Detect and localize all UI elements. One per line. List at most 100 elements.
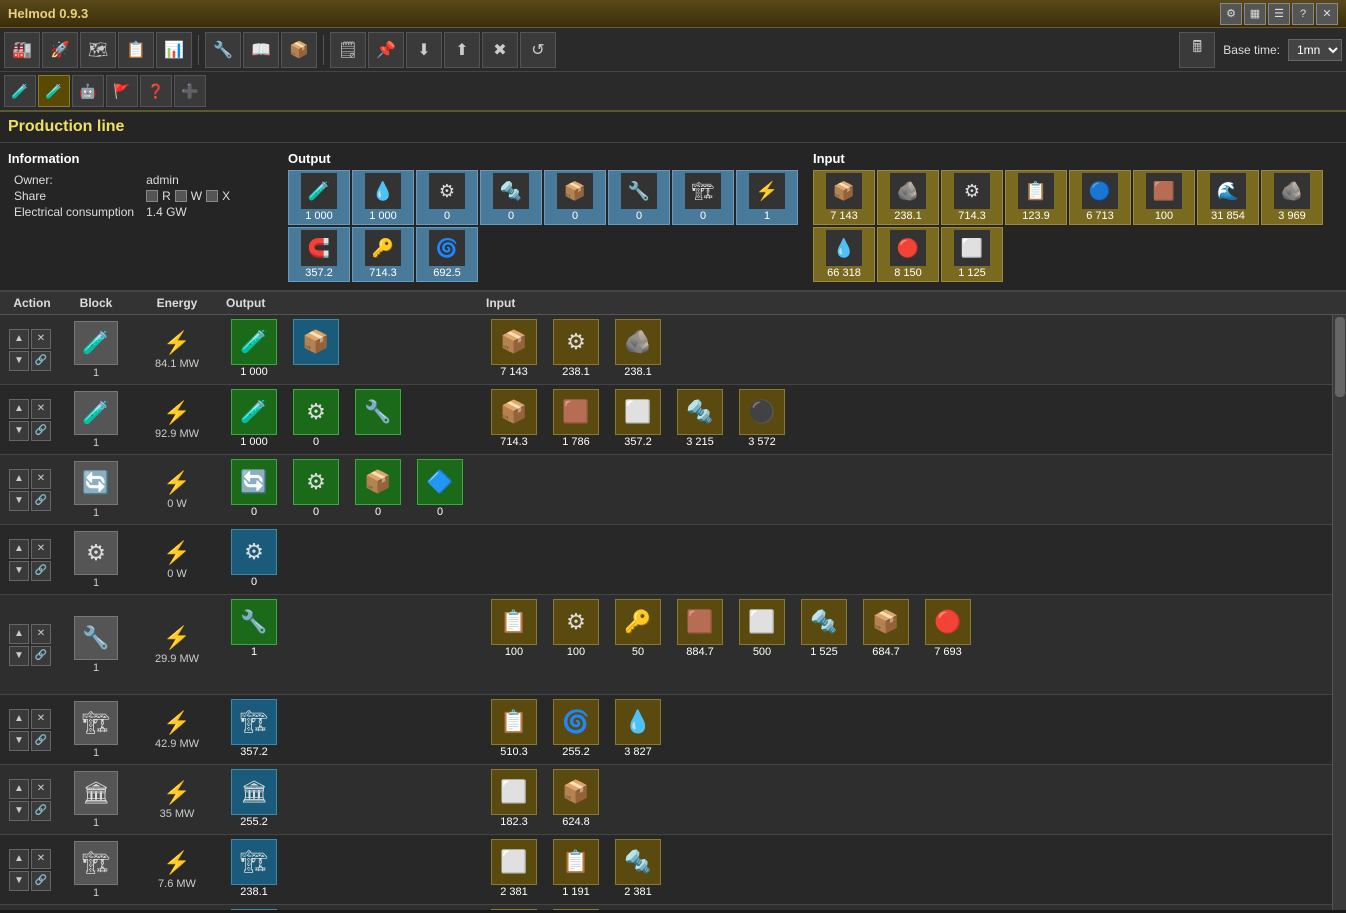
factory-button[interactable]: 🏭 bbox=[4, 32, 40, 68]
prod-in-item[interactable]: 📦 624.8 bbox=[546, 769, 606, 828]
settings-icon[interactable]: ⚙ bbox=[1220, 3, 1242, 25]
delete-button-4[interactable]: ✕ bbox=[31, 539, 51, 559]
prod-in-item[interactable]: 🔩 1 525 bbox=[794, 599, 854, 658]
out-item-4[interactable]: 📦 0 bbox=[544, 170, 606, 225]
delete-button-1[interactable]: ✕ bbox=[31, 329, 51, 349]
prod-in-item[interactable]: 🌿 bbox=[546, 909, 606, 910]
map-button[interactable]: 🗺 bbox=[80, 32, 116, 68]
up-button-5[interactable]: ▲ bbox=[9, 624, 29, 644]
prod-out-item[interactable]: 🔧 1 bbox=[224, 599, 284, 658]
flask2-button[interactable]: 🧪 bbox=[38, 75, 70, 107]
out-item-10[interactable]: 🌀 692.5 bbox=[416, 227, 478, 282]
link-button-3[interactable]: 🔗 bbox=[31, 491, 51, 511]
chart-button[interactable]: 📊 bbox=[156, 32, 192, 68]
prod-in-item[interactable]: ⚫ 3 572 bbox=[732, 389, 792, 448]
up-button-7[interactable]: ▲ bbox=[9, 779, 29, 799]
in-item-10[interactable]: ⬜ 1 125 bbox=[941, 227, 1003, 282]
out-item-5[interactable]: 🔧 0 bbox=[608, 170, 670, 225]
up-button-6[interactable]: ▲ bbox=[9, 709, 29, 729]
prod-in-item[interactable]: 🪨 238.1 bbox=[608, 319, 668, 378]
help2-button[interactable]: ❓ bbox=[140, 75, 172, 107]
in-item-8[interactable]: 💧 66 318 bbox=[813, 227, 875, 282]
in-item-4[interactable]: 🔵 6 713 bbox=[1069, 170, 1131, 225]
prod-in-item[interactable]: 🟫 884.7 bbox=[670, 599, 730, 658]
prod-in-item[interactable]: 📦 7 143 bbox=[484, 319, 544, 378]
prod-in-item[interactable]: ⬜ 182.3 bbox=[484, 769, 544, 828]
delete-button-6[interactable]: ✕ bbox=[31, 709, 51, 729]
robot-button[interactable]: 🤖 bbox=[72, 75, 104, 107]
in-item-2[interactable]: ⚙ 714.3 bbox=[941, 170, 1003, 225]
prod-out-item[interactable]: 🏗 357.2 bbox=[224, 699, 284, 758]
down-button-1[interactable]: ▼ bbox=[9, 351, 29, 371]
down-button-5[interactable]: ▼ bbox=[9, 646, 29, 666]
close-button[interactable]: ✖ bbox=[482, 32, 518, 68]
prod-in-item[interactable]: 🌀 255.2 bbox=[546, 699, 606, 758]
prod-out-item[interactable]: 🏛 255.2 bbox=[224, 769, 284, 828]
base-time-select[interactable]: 1mn 1hr bbox=[1288, 39, 1342, 61]
prod-out-item[interactable]: 🧪 1 000 bbox=[224, 389, 284, 448]
prod-out-item[interactable]: 🔄 0 bbox=[224, 459, 284, 518]
out-item-3[interactable]: 🔩 0 bbox=[480, 170, 542, 225]
delete-button-5[interactable]: ✕ bbox=[31, 624, 51, 644]
delete-button-3[interactable]: ✕ bbox=[31, 469, 51, 489]
in-item-7[interactable]: 🪨 3 969 bbox=[1261, 170, 1323, 225]
rocket-button[interactable]: 🚀 bbox=[42, 32, 78, 68]
prod-out-item[interactable]: 🏗 238.1 bbox=[224, 839, 284, 898]
prod-in-item[interactable]: 📋 510.3 bbox=[484, 699, 544, 758]
prod-in-item[interactable]: ⬜ 500 bbox=[732, 599, 792, 658]
up-button-4[interactable]: ▲ bbox=[9, 539, 29, 559]
prod-in-item[interactable]: ⚙ 238.1 bbox=[546, 319, 606, 378]
down-button-6[interactable]: ▼ bbox=[9, 731, 29, 751]
prod-in-item[interactable]: 🔩 2 381 bbox=[608, 839, 668, 898]
upload-button[interactable]: ⬆ bbox=[444, 32, 480, 68]
down-button-7[interactable]: ▼ bbox=[9, 801, 29, 821]
flask1-button[interactable]: 🧪 bbox=[4, 75, 36, 107]
link-button-8[interactable]: 🔗 bbox=[31, 871, 51, 891]
prod-out-item[interactable]: ⚙ 0 bbox=[224, 529, 284, 588]
calc-icon[interactable]: 🖩 bbox=[1179, 32, 1215, 68]
prod-in-item[interactable]: 📦 714.3 bbox=[484, 389, 544, 448]
prod-in-item[interactable]: ⬜ 2 381 bbox=[484, 839, 544, 898]
out-item-9[interactable]: 🔑 714.3 bbox=[352, 227, 414, 282]
in-item-3[interactable]: 📋 123.9 bbox=[1005, 170, 1067, 225]
prod-in-item[interactable]: 💧 3 827 bbox=[608, 699, 668, 758]
wrench-button[interactable]: 🔧 bbox=[205, 32, 241, 68]
share-x-checkbox[interactable] bbox=[206, 190, 218, 202]
in-item-6[interactable]: 🌊 31 854 bbox=[1197, 170, 1259, 225]
link-button-2[interactable]: 🔗 bbox=[31, 421, 51, 441]
prod-in-item[interactable]: 🟫 1 786 bbox=[546, 389, 606, 448]
filter-icon[interactable]: ▦ bbox=[1244, 3, 1266, 25]
up-button-2[interactable]: ▲ bbox=[9, 399, 29, 419]
prod-in-item[interactable]: 🔑 50 bbox=[608, 599, 668, 658]
clipboard-button[interactable]: 📌 bbox=[368, 32, 404, 68]
prod-out-item[interactable]: 📦 bbox=[286, 319, 346, 366]
in-item-1[interactable]: 🪨 238.1 bbox=[877, 170, 939, 225]
share-w-checkbox[interactable] bbox=[175, 190, 187, 202]
in-item-0[interactable]: 📦 7 143 bbox=[813, 170, 875, 225]
up-button-8[interactable]: ▲ bbox=[9, 849, 29, 869]
up-button-3[interactable]: ▲ bbox=[9, 469, 29, 489]
refresh-button[interactable]: ↺ bbox=[520, 32, 556, 68]
prod-in-item[interactable]: ⚙ 100 bbox=[546, 599, 606, 658]
book-button[interactable]: 📖 bbox=[243, 32, 279, 68]
share-r-checkbox[interactable] bbox=[146, 190, 158, 202]
download-button[interactable]: ⬇ bbox=[406, 32, 442, 68]
prod-in-item[interactable]: 📋 1 191 bbox=[546, 839, 606, 898]
flag-button[interactable]: 🚩 bbox=[106, 75, 138, 107]
down-button-3[interactable]: ▼ bbox=[9, 491, 29, 511]
delete-button-8[interactable]: ✕ bbox=[31, 849, 51, 869]
prod-out-item[interactable]: 🏭 bbox=[224, 909, 284, 910]
out-item-6[interactable]: 🏗 0 bbox=[672, 170, 734, 225]
help-icon[interactable]: ? bbox=[1292, 3, 1314, 25]
delete-button-2[interactable]: ✕ bbox=[31, 399, 51, 419]
link-button-4[interactable]: 🔗 bbox=[31, 561, 51, 581]
up-button-1[interactable]: ▲ bbox=[9, 329, 29, 349]
delete-button-7[interactable]: ✕ bbox=[31, 779, 51, 799]
close-icon[interactable]: ✕ bbox=[1316, 3, 1338, 25]
prod-in-item[interactable]: 🔴 7 693 bbox=[918, 599, 978, 658]
in-item-9[interactable]: 🔴 8 150 bbox=[877, 227, 939, 282]
prod-out-item[interactable]: 📦 0 bbox=[348, 459, 408, 518]
prod-in-item[interactable]: 📦 684.7 bbox=[856, 599, 916, 658]
prod-out-item[interactable]: ⚙ 0 bbox=[286, 389, 346, 448]
scrollbar-thumb[interactable] bbox=[1335, 317, 1345, 397]
